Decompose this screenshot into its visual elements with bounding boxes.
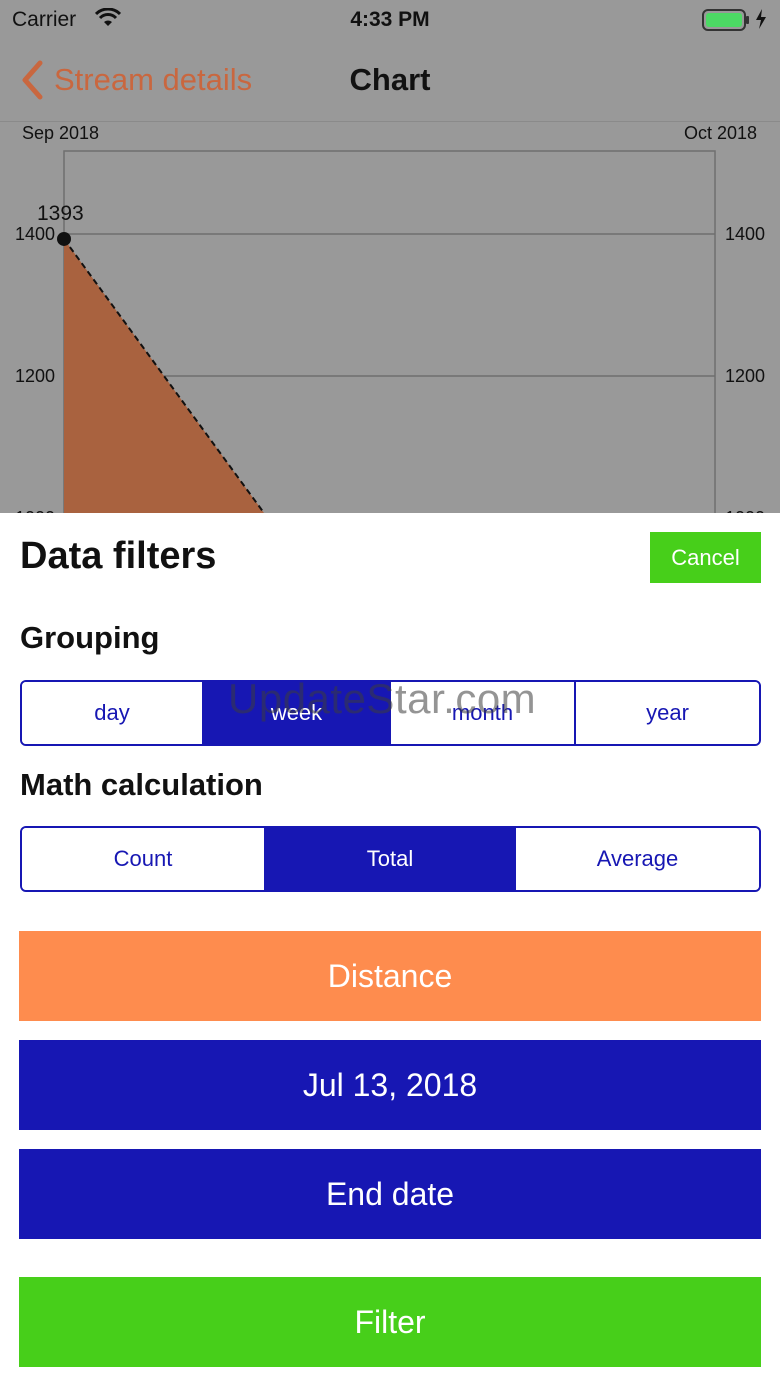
y-tick-label-left: 1400 [15,224,55,244]
y-tick-label-left: 1200 [15,366,55,386]
y-tick-label-right: 1200 [725,366,765,386]
distance-button[interactable]: Distance [19,931,761,1021]
data-label: 1393 [37,202,84,225]
data-point [57,231,71,246]
navigation-bar: Stream details Chart [0,40,780,122]
data-filters-sheet: Data filters Cancel Grouping day week mo… [0,513,780,1387]
math-segmented-control: Count Total Average [20,826,761,892]
grouping-option-day[interactable]: day [22,682,204,744]
math-calculation-label: Math calculation [20,767,263,802]
end-date-button[interactable]: End date [19,1149,761,1239]
math-option-average[interactable]: Average [516,828,759,890]
y-tick-label-right: 1400 [725,224,765,244]
status-time: 4:33 PM [350,8,430,31]
math-option-total[interactable]: Total [266,828,516,890]
grouping-option-month[interactable]: month [391,682,576,744]
filter-button[interactable]: Filter [19,1277,761,1367]
sheet-title: Data filters [20,535,217,577]
grouping-option-year[interactable]: year [576,682,759,744]
cancel-button[interactable]: Cancel [650,532,761,583]
status-bar: Carrier 4:33 PM [0,0,780,40]
chart: Sep 2018 Oct 2018 1400140012001200100010… [15,123,765,513]
charging-bolt-icon [756,9,766,29]
battery-icon [702,9,749,31]
x-tick-label: Sep 2018 [22,123,99,143]
start-date-button[interactable]: Jul 13, 2018 [19,1040,761,1130]
math-option-count[interactable]: Count [22,828,266,890]
dimmed-background: Carrier 4:33 PM Stream details Chart Sep… [0,0,780,513]
nav-title: Chart [349,62,431,97]
grouping-segmented-control: day week month year [20,680,761,746]
x-tick-label: Oct 2018 [684,123,757,143]
grouping-label: Grouping [20,620,160,655]
grouping-option-week[interactable]: week [204,682,391,744]
